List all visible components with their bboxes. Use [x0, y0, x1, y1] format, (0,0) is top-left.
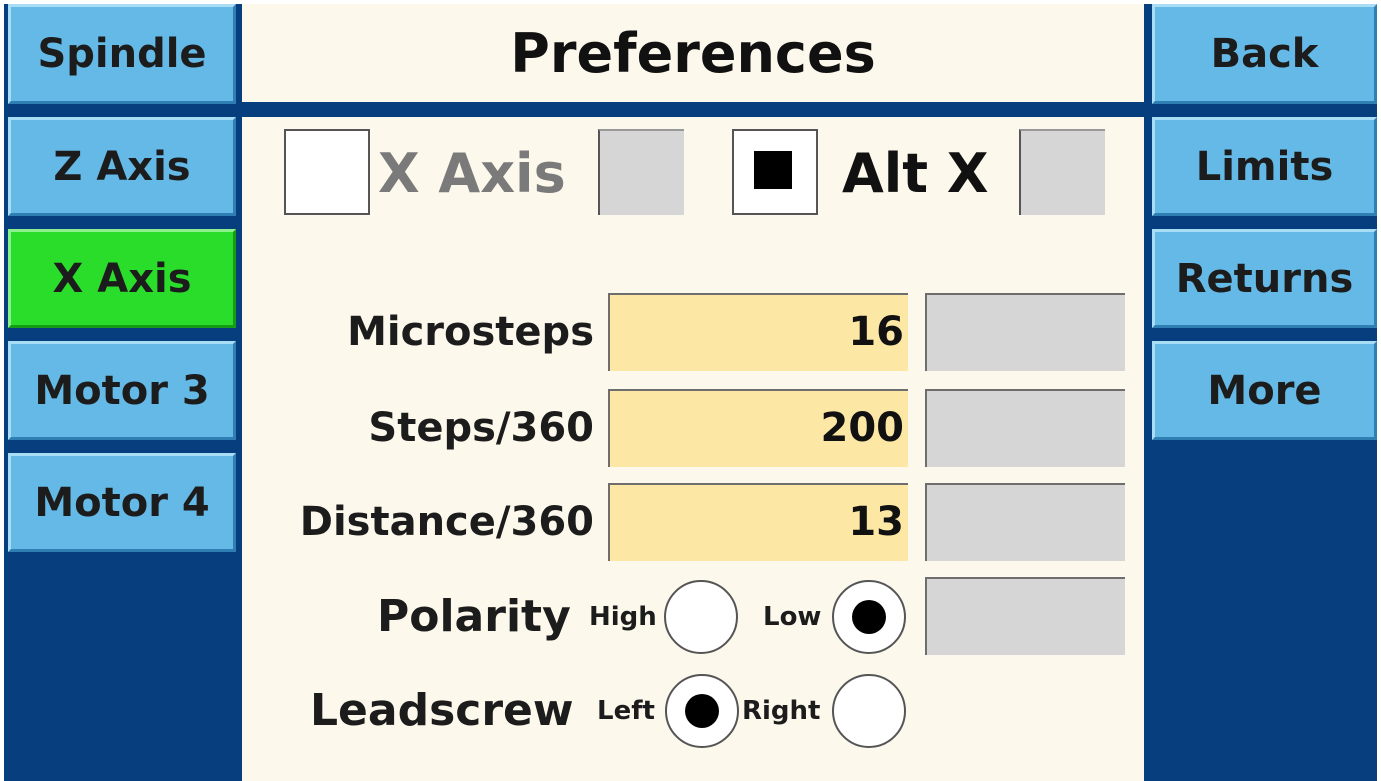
nav-motor-3-button[interactable]: Motor 3 [8, 341, 236, 440]
microsteps-label: Microsteps [347, 309, 594, 355]
distance-per-rev-status-box [925, 483, 1125, 561]
polarity-label: Polarity [377, 591, 571, 642]
leadscrew-right-label: Right [742, 696, 821, 726]
polarity-low-radio[interactable] [832, 580, 906, 654]
checkmark-icon [754, 151, 792, 189]
x-axis-status-box [598, 129, 684, 215]
nav-z-axis-button[interactable]: Z Axis [8, 117, 236, 216]
steps-per-rev-status-box [925, 389, 1125, 467]
page-title: Preferences [242, 4, 1144, 102]
limits-button[interactable]: Limits [1152, 117, 1377, 216]
polarity-status-box [925, 577, 1125, 655]
alt-x-checkbox[interactable] [732, 129, 818, 215]
more-button[interactable]: More [1152, 341, 1377, 440]
leadscrew-label: Leadscrew [310, 685, 574, 736]
polarity-low-label: Low [763, 602, 822, 632]
steps-per-rev-label: Steps/360 [368, 405, 594, 451]
radio-selected-dot-icon [685, 694, 719, 728]
alt-x-status-box [1019, 129, 1105, 215]
distance-per-rev-label: Distance/360 [299, 499, 594, 545]
nav-spindle-button[interactable]: Spindle [8, 4, 236, 104]
alt-x-label: Alt X [842, 142, 989, 205]
back-button[interactable]: Back [1152, 4, 1377, 104]
x-axis-checkbox[interactable] [284, 129, 370, 215]
polarity-high-radio[interactable] [664, 580, 738, 654]
nav-motor-4-button[interactable]: Motor 4 [8, 453, 236, 552]
steps-per-rev-input[interactable]: 200 [608, 389, 908, 467]
preferences-panel: X Axis Alt X Microsteps 16 Steps/360 200… [242, 117, 1144, 781]
returns-button[interactable]: Returns [1152, 229, 1377, 328]
x-axis-label: X Axis [378, 142, 566, 205]
leadscrew-right-radio[interactable] [832, 674, 906, 748]
radio-selected-dot-icon [852, 600, 886, 634]
distance-per-rev-input[interactable]: 13 [608, 483, 908, 561]
leadscrew-left-radio[interactable] [665, 674, 739, 748]
microsteps-input[interactable]: 16 [608, 293, 908, 371]
leadscrew-left-label: Left [597, 696, 655, 726]
nav-x-axis-button[interactable]: X Axis [8, 229, 236, 328]
microsteps-status-box [925, 293, 1125, 371]
polarity-high-label: High [589, 602, 657, 632]
